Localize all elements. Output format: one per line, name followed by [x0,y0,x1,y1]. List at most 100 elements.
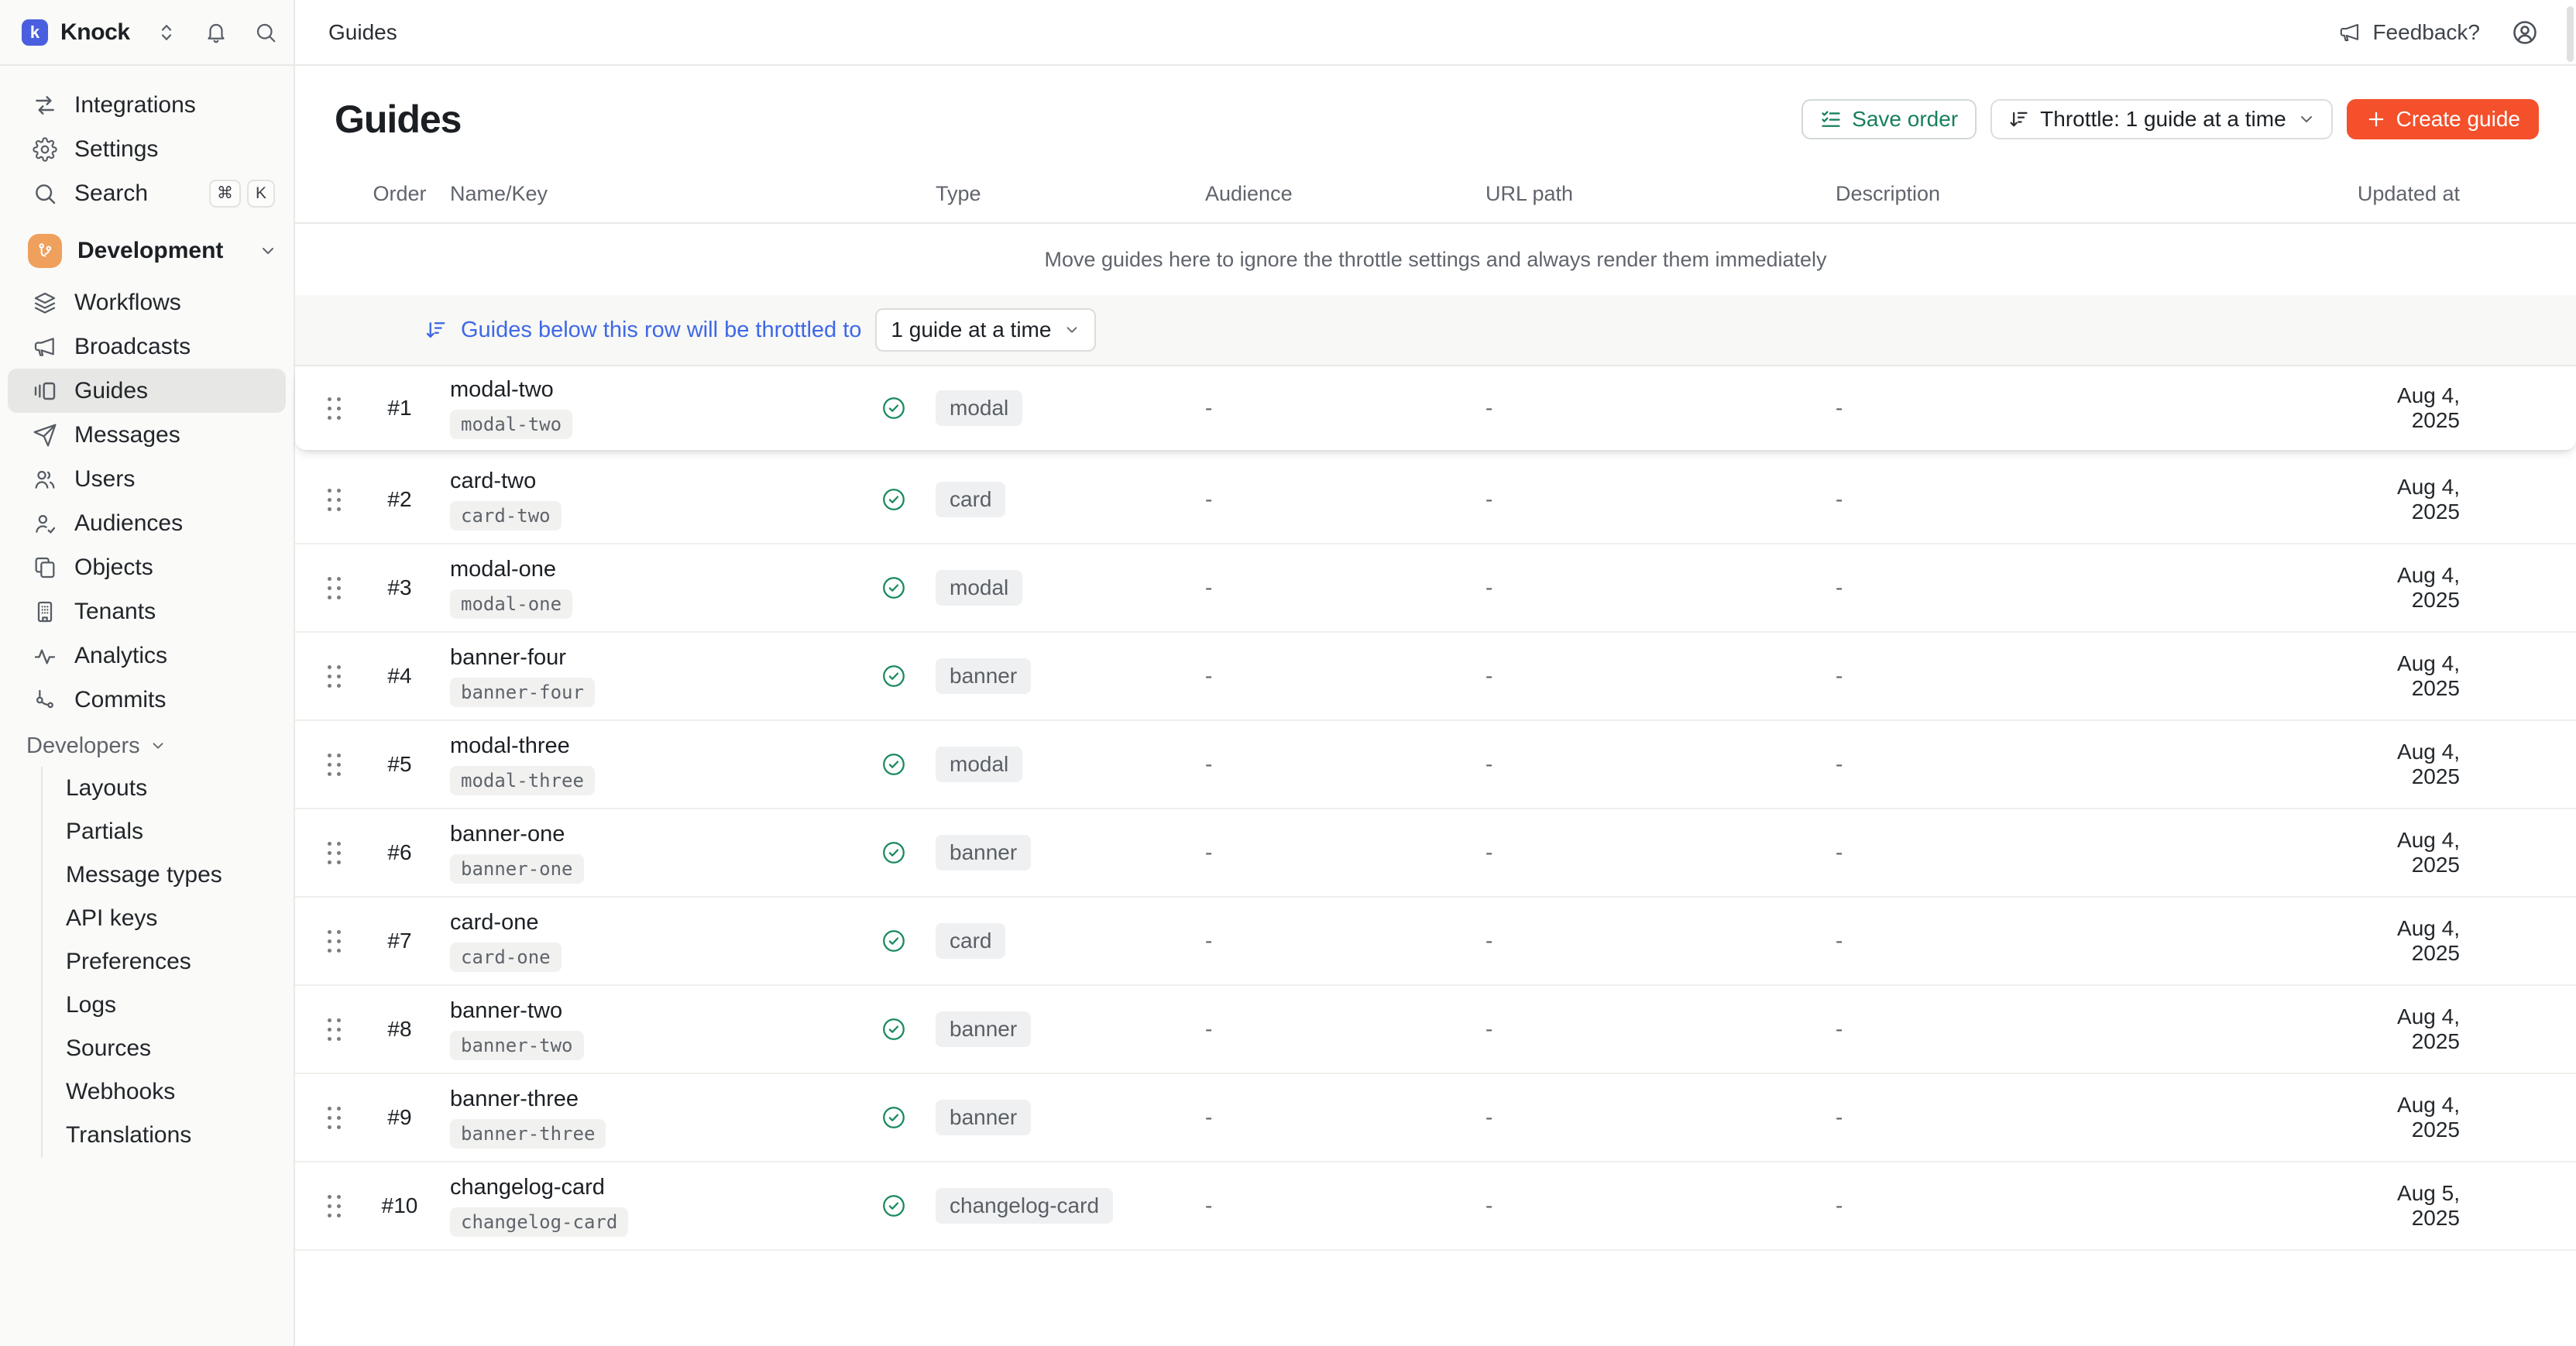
sidebar-item-label: Users [74,466,135,493]
guide-type-badge: card [936,482,1005,517]
guide-key-badge: banner-one [450,854,584,884]
column-header-description: Description [1821,182,2348,206]
guide-url-path: - [1472,1105,1821,1130]
guide-type-cell: changelog-card [919,1188,1194,1224]
sidebar-item-translations[interactable]: Translations [43,1114,294,1157]
table-row[interactable]: #9 banner-three banner-three banner - - … [295,1074,2576,1162]
guide-type-badge: banner [936,658,1031,694]
sidebar-item-objects[interactable]: Objects [8,545,286,589]
guide-status-cell [868,928,919,954]
chevron-down-icon [259,242,277,260]
page-actions: Save order Throttle: 1 guide at a time [1801,99,2539,139]
topbar: Guides Feedback? [295,0,2576,66]
table-row[interactable]: #2 card-two card-two card - - - Aug 4, 2… [295,456,2576,544]
table-row[interactable]: #5 modal-three modal-three modal - - - A… [295,721,2576,809]
sidebar-item-guides[interactable]: Guides [8,369,286,413]
app-root: k Knock Integrations [0,0,2576,1346]
table-row[interactable]: #8 banner-two banner-two banner - - - Au… [295,986,2576,1074]
chevron-down-icon [2297,110,2316,129]
table-row[interactable]: #1 modal-two modal-two modal - - - Aug 4… [295,366,2576,450]
throttle-button-label: Throttle: 1 guide at a time [2040,107,2286,132]
sidebar-item-sources[interactable]: Sources [43,1027,294,1070]
guide-description: - [1821,575,2348,600]
unfold-more-icon[interactable] [155,21,178,44]
environment-switcher[interactable]: Development [8,226,286,276]
throttle-value-select[interactable]: 1 guide at a time [875,308,1096,352]
guide-audience: - [1194,840,1472,865]
pages-icon [33,555,57,580]
drag-handle[interactable] [295,1195,373,1217]
drag-handle[interactable] [295,577,373,599]
sidebar-item-analytics[interactable]: Analytics [8,634,286,678]
scrollbar-thumb[interactable] [2567,6,2574,62]
column-header-updated-at: Updated at [2348,182,2576,206]
save-order-label: Save order [1852,107,1958,132]
guide-audience: - [1194,1105,1472,1130]
sidebar-item-label: Tenants [74,599,156,625]
sidebar-item-tenants[interactable]: Tenants [8,589,286,634]
drag-handle[interactable] [295,489,373,511]
user-avatar-icon[interactable] [2511,19,2539,46]
sidebar-item-layouts[interactable]: Layouts [43,767,294,810]
drag-handle[interactable] [295,930,373,953]
throttle-dropdown-button[interactable]: Throttle: 1 guide at a time [1990,99,2333,139]
guide-description: - [1821,1017,2348,1042]
chevron-down-icon [149,737,167,754]
bell-icon[interactable] [204,21,228,44]
breadcrumb: Guides [328,20,397,45]
guide-url-path: - [1472,487,1821,512]
dropzone-hint-text: Move guides here to ignore the throttle … [1044,248,1826,272]
sidebar-item-partials[interactable]: Partials [43,810,294,853]
k-key: K [247,180,275,208]
git-commit-icon [33,688,57,712]
sidebar-item-search[interactable]: Search ⌘ K [8,171,286,215]
check-circle-icon [881,1193,907,1219]
drag-handle[interactable] [295,1107,373,1129]
guide-type-badge: banner [936,1011,1031,1047]
sidebar-item-audiences[interactable]: Audiences [8,501,286,545]
developers-section-toggle[interactable]: Developers [8,730,286,762]
sidebar-item-integrations[interactable]: Integrations [8,83,286,127]
drag-handle-icon [328,754,341,776]
table-row[interactable]: #7 card-one card-one card - - - Aug 4, 2… [295,898,2576,986]
search-icon[interactable] [254,21,277,44]
drag-handle[interactable] [295,842,373,864]
guide-key-badge: banner-three [450,1119,606,1149]
sidebar-item-messages[interactable]: Messages [8,413,286,457]
sidebar-item-webhooks[interactable]: Webhooks [43,1070,294,1114]
guide-description: - [1821,664,2348,688]
create-guide-button[interactable]: Create guide [2347,99,2539,139]
table-row[interactable]: #6 banner-one banner-one banner - - - Au… [295,809,2576,898]
drag-handle[interactable] [295,397,373,420]
table-row[interactable]: #4 banner-four banner-four banner - - - … [295,633,2576,721]
drag-handle[interactable] [295,1018,373,1041]
sidebar-item-label: Broadcasts [74,334,191,360]
drag-handle-icon [328,577,341,599]
swap-arrows-icon [33,93,57,118]
table-row[interactable]: #3 modal-one modal-one modal - - - Aug 4… [295,544,2576,633]
workspace-switcher-header: k Knock [0,0,294,66]
sidebar-item-broadcasts[interactable]: Broadcasts [8,324,286,369]
feedback-button[interactable]: Feedback? [2338,20,2480,45]
sidebar-item-users[interactable]: Users [8,457,286,501]
drag-handle-icon [328,930,341,953]
unthrottled-dropzone[interactable]: Move guides here to ignore the throttle … [295,224,2576,295]
guide-description: - [1821,1105,2348,1130]
sidebar-item-settings[interactable]: Settings [8,127,286,171]
table-row[interactable]: #10 changelog-card changelog-card change… [295,1162,2576,1251]
sidebar-item-message-types[interactable]: Message types [43,853,294,897]
sidebar-item-api-keys[interactable]: API keys [43,897,294,940]
table-body: #1 modal-two modal-two modal - - - Aug 4… [295,366,2576,1346]
sidebar-item-commits[interactable]: Commits [8,678,286,722]
guide-key-badge: card-one [450,943,562,972]
search-icon [33,181,57,206]
guide-updated-at: Aug 5, 2025 [2348,1181,2576,1231]
drag-handle[interactable] [295,665,373,688]
throttle-divider-row: Guides below this row will be throttled … [295,295,2576,366]
sidebar-item-logs[interactable]: Logs [43,984,294,1027]
drag-handle-icon [328,1018,341,1041]
sidebar-item-preferences[interactable]: Preferences [43,940,294,984]
save-order-button[interactable]: Save order [1801,99,1977,139]
sidebar-item-workflows[interactable]: Workflows [8,280,286,324]
drag-handle[interactable] [295,754,373,776]
